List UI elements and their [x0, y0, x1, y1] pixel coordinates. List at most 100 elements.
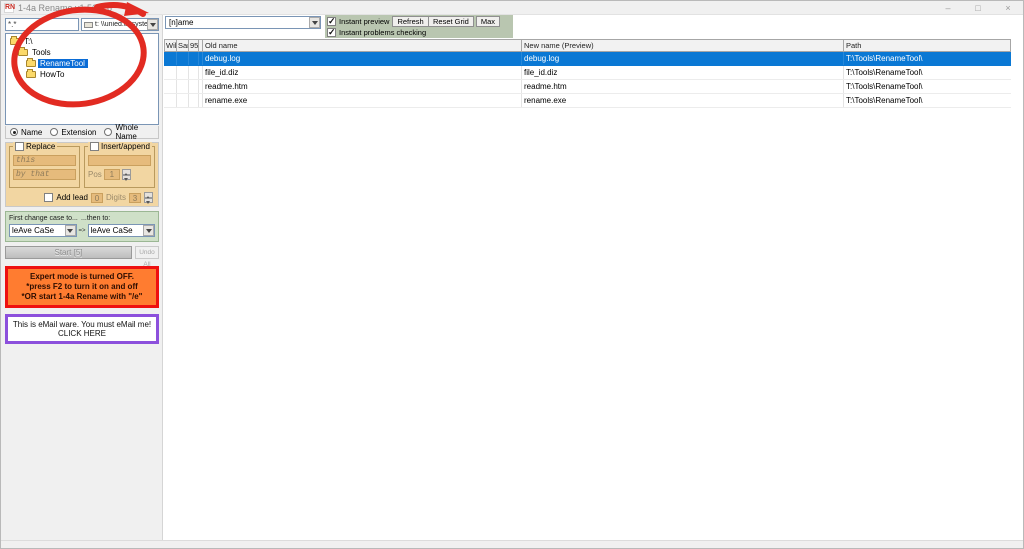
column-header-95[interactable]: 95 [189, 39, 199, 52]
column-header-sar[interactable]: Sar [177, 39, 189, 52]
folder-icon [26, 71, 36, 78]
instant-preview-checkbox[interactable] [327, 17, 336, 26]
old-name-cell: rename.exe [203, 94, 522, 107]
drive-selector[interactable]: t: \\unied.unsyste [81, 18, 159, 31]
radio-whole-name[interactable] [104, 128, 112, 136]
pos-spinner[interactable] [122, 169, 131, 180]
new-name-cell: debug.log [522, 52, 844, 65]
column-header-path[interactable]: Path [844, 39, 1011, 52]
pattern-dropdown[interactable]: [n]ame [165, 16, 321, 29]
case-then-label: ...then to: [81, 215, 110, 222]
chevron-down-icon[interactable] [143, 225, 154, 236]
chevron-down-icon[interactable] [65, 225, 76, 236]
old-name-cell: readme.htm [203, 80, 522, 93]
path-cell: T:\Tools\RenameTool\ [844, 80, 1011, 93]
digits-value[interactable]: 3 [129, 193, 141, 203]
old-name-cell: file_id.diz [203, 66, 522, 79]
new-name-cell: rename.exe [522, 94, 844, 107]
expert-notice-line: *OR start 1-4a Rename with "/e" [9, 292, 155, 302]
radio-name-label: Name [21, 128, 42, 137]
chevron-down-icon[interactable] [147, 19, 158, 30]
radio-whole-name-label: Whole Name [115, 123, 153, 141]
title-bar: RN 1-4a Rename v1.56.0.6 – □ × [1, 1, 1023, 15]
path-cell: T:\Tools\RenameTool\ [844, 94, 1011, 107]
pos-value[interactable]: 1 [104, 169, 120, 180]
left-panel: t: \\unied.unsyste T:\ Tools RenameTool … [1, 15, 163, 540]
expert-notice-line: *press F2 to turn it on and off [9, 282, 155, 292]
case-then-value: leAve CaSe [91, 226, 133, 235]
digits-label: Digits [106, 193, 126, 202]
folder-icon [26, 60, 36, 67]
grid-header: Will Sar 95 Old name New name (Preview) … [164, 39, 1011, 52]
max-button[interactable]: Max [476, 16, 500, 27]
window-title: 1-4a Rename v1.56.0.6 [18, 3, 112, 13]
tree-item-label: RenameTool [38, 59, 88, 68]
restore-button[interactable]: □ [963, 1, 993, 15]
instant-problems-label: Instant problems checking [339, 28, 426, 37]
close-button[interactable]: × [993, 1, 1023, 15]
digits-spinner[interactable] [144, 192, 153, 203]
add-lead-label: Add lead [56, 193, 88, 202]
tree-item-renametool[interactable]: RenameTool [6, 58, 158, 69]
add-lead-checkbox[interactable] [44, 193, 53, 202]
insert-append-checkbox[interactable] [90, 142, 99, 151]
insert-append-group: Insert/append Pos 1 [84, 146, 155, 188]
instant-problems-checkbox[interactable] [327, 28, 336, 37]
replace-group: Replace this by that [9, 146, 80, 188]
emailware-notice[interactable]: This is eMail ware. You must eMail me! C… [5, 314, 159, 344]
new-name-cell: file_id.diz [522, 66, 844, 79]
table-row[interactable]: rename.exe rename.exe T:\Tools\RenameToo… [164, 94, 1011, 108]
case-first-dropdown[interactable]: leAve CaSe [9, 224, 77, 237]
case-change-panel: First change case to... ...then to: leAv… [5, 211, 159, 242]
path-cell: T:\Tools\RenameTool\ [844, 66, 1011, 79]
drive-icon [84, 22, 93, 28]
replace-checkbox[interactable] [15, 142, 24, 151]
pattern-value: [n]ame [169, 18, 193, 27]
chevron-down-icon[interactable] [309, 17, 320, 28]
undo-all-button[interactable]: Undo All [135, 246, 159, 259]
folder-icon [10, 38, 20, 45]
tree-item-label: T:\ [22, 37, 35, 46]
insert-append-label: Insert/append [101, 142, 150, 151]
insert-text-field[interactable] [88, 155, 151, 166]
old-name-cell: debug.log [203, 52, 522, 65]
column-header-new-name[interactable]: New name (Preview) [522, 39, 844, 52]
add-lead-value[interactable]: 0 [91, 193, 103, 203]
table-row[interactable]: file_id.diz file_id.diz T:\Tools\RenameT… [164, 66, 1011, 80]
window-bottom-border [1, 540, 1023, 548]
tree-item-howto[interactable]: HowTo [6, 69, 158, 80]
replace-bythat-field[interactable]: by that [13, 169, 76, 180]
path-cell: T:\Tools\RenameTool\ [844, 52, 1011, 65]
column-header-will[interactable]: Will [164, 39, 177, 52]
expert-notice-line: Expert mode is turned OFF. [9, 272, 155, 282]
column-header-old-name[interactable]: Old name [203, 39, 522, 52]
file-grid: Will Sar 95 Old name New name (Preview) … [164, 39, 1011, 108]
tree-item-label: HowTo [38, 70, 67, 79]
radio-extension[interactable] [50, 128, 58, 136]
table-row[interactable]: debug.log debug.log T:\Tools\RenameTool\ [164, 52, 1011, 66]
case-first-label: First change case to... [9, 215, 81, 222]
radio-extension-label: Extension [61, 128, 96, 137]
scope-radio-group: Name Extension Whole Name [5, 126, 159, 139]
replace-label: Replace [26, 142, 55, 151]
new-name-cell: readme.htm [522, 80, 844, 93]
replace-this-field[interactable]: this [13, 155, 76, 166]
instant-preview-label: Instant preview [339, 17, 389, 26]
tree-item-root[interactable]: T:\ [6, 36, 158, 47]
folder-tree[interactable]: T:\ Tools RenameTool HowTo [5, 33, 159, 125]
reset-grid-button[interactable]: Reset Grid [428, 16, 474, 27]
rename-options-panel: Replace this by that Insert/append Pos 1 [5, 142, 159, 207]
radio-name[interactable] [10, 128, 18, 136]
filter-input[interactable] [5, 18, 79, 31]
app-logo-icon: RN [4, 3, 14, 13]
app-window: { "window": { "title": "1-4a Rename v1.5… [0, 0, 1024, 549]
tree-item-label: Tools [30, 48, 54, 57]
table-row[interactable]: readme.htm readme.htm T:\Tools\RenameToo… [164, 80, 1011, 94]
tree-item-tools[interactable]: Tools [6, 47, 158, 58]
minimize-button[interactable]: – [933, 1, 963, 15]
folder-icon [18, 49, 28, 56]
case-then-dropdown[interactable]: leAve CaSe [88, 224, 156, 237]
refresh-button[interactable]: Refresh [392, 16, 428, 27]
case-first-value: leAve CaSe [12, 226, 54, 235]
start-button[interactable]: Start [5] [5, 246, 132, 259]
